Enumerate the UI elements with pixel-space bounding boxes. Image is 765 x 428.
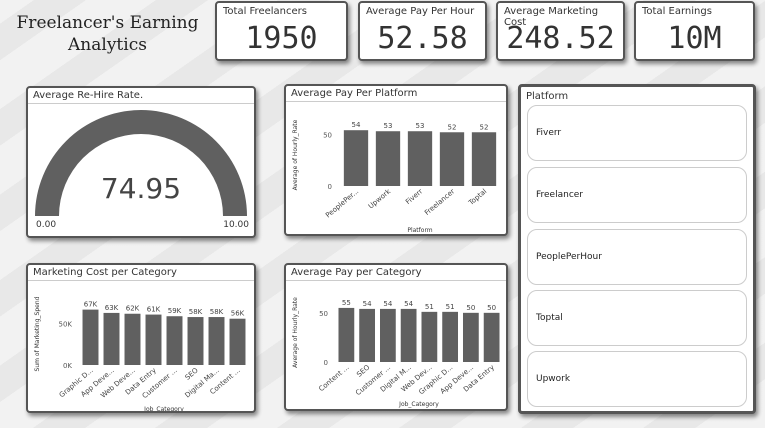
kpi-card-avg-pay-per-hour[interactable]: Average Pay Per Hour 52.58 — [358, 1, 487, 61]
bar — [229, 318, 246, 365]
category-label: Freelancer — [423, 187, 456, 217]
data-label: 56K — [231, 310, 245, 318]
slicer-item-fiverr[interactable]: Fiverr — [527, 105, 747, 161]
kpi-value: 248.52 — [506, 21, 615, 56]
data-label: 67K — [84, 301, 98, 309]
bar — [400, 308, 417, 362]
chart-card-pay-per-platform[interactable]: Average Pay Per Platform 0 50 Average of H… — [284, 84, 508, 236]
slicer-item-freelancer[interactable]: Freelancer — [527, 167, 747, 223]
data-label: 58K — [210, 308, 224, 316]
y-tick-label: 0 — [324, 359, 328, 367]
bar — [103, 312, 120, 365]
data-label: 50 — [487, 304, 496, 312]
bar — [124, 313, 141, 365]
data-label: 52 — [448, 123, 457, 131]
y-tick-label: 50 — [323, 131, 332, 139]
slicer-item-toptal[interactable]: Toptal — [527, 290, 747, 346]
bar — [379, 308, 396, 362]
bar — [359, 308, 376, 362]
slicer-item-label: Toptal — [536, 313, 563, 323]
category-label: Toptal — [466, 187, 488, 207]
gauge-min-label: 0.00 — [36, 220, 56, 230]
bar — [338, 307, 355, 362]
bar — [439, 132, 465, 186]
data-label: 55 — [342, 299, 351, 307]
bar — [187, 317, 204, 365]
kpi-label: Total Earnings — [642, 6, 712, 17]
x-axis-label: Job_Category — [143, 406, 184, 413]
category-label: Upwork — [367, 187, 393, 211]
kpi-card-total-freelancers[interactable]: Total Freelancers 1950 — [215, 1, 348, 61]
data-label: 59K — [168, 307, 182, 315]
chart-card-pay-per-category[interactable]: Average Pay per Category 0 50 Average of H… — [284, 263, 508, 411]
kpi-value: 52.58 — [377, 21, 468, 56]
gauge-value: 74.95 — [101, 172, 181, 205]
bar — [471, 132, 497, 186]
x-axis-label: Platform — [407, 227, 432, 234]
kpi-value: 1950 — [245, 21, 318, 56]
category-label: Fiverr — [404, 187, 424, 206]
bar-chart-marketing-per-category: 0K 50K Sum of Marketing_Spend Job_Category 6… — [34, 296, 246, 413]
slicer-item-peopleperhour[interactable]: PeoplePerHour — [527, 229, 747, 285]
y-tick-label: 0 — [328, 183, 332, 191]
bar — [375, 131, 401, 186]
data-label: 53 — [416, 122, 425, 130]
data-label: 51 — [446, 303, 455, 311]
kpi-card-avg-marketing-cost[interactable]: Average Marketing Cost 248.52 — [496, 1, 625, 61]
data-label: 53 — [384, 122, 393, 130]
gauge-svg: 74.95 0.00 10.00 — [35, 110, 249, 230]
slicer-item-label: PeoplePerHour — [536, 252, 602, 262]
y-tick-label: 50K — [59, 321, 73, 329]
data-label: 58K — [189, 308, 203, 316]
category-label: Content ... — [317, 363, 350, 393]
bar — [166, 316, 183, 365]
y-tick-label: 0K — [63, 362, 72, 370]
data-label: 51 — [425, 303, 434, 311]
gauge-card-rehire-rate[interactable]: Average Re-Hire Rate. 74.95 0.00 10.00 — [26, 86, 256, 238]
gauge-max-label: 10.00 — [223, 220, 249, 230]
bar-chart-pay-per-category: 0 50 Average of Hourly_Rate Job_Category 55 C… — [292, 297, 500, 408]
category-label: SEO — [184, 366, 201, 382]
slicer-item-label: Freelancer — [536, 190, 584, 200]
bar — [442, 311, 459, 362]
data-label: 62K — [126, 305, 140, 313]
kpi-card-total-earnings[interactable]: Total Earnings 10M — [634, 1, 755, 61]
data-label: 54 — [404, 300, 413, 308]
slicer-item-upwork[interactable]: Upwork — [527, 351, 747, 407]
category-label: PeoplePer... — [324, 187, 360, 219]
data-label: 50 — [466, 304, 475, 312]
data-label: 52 — [480, 123, 489, 131]
slicer-item-label: Fiverr — [536, 128, 562, 138]
data-label: 63K — [105, 304, 119, 312]
data-label: 54 — [352, 121, 361, 129]
slicer-item-label: Upwork — [536, 374, 571, 384]
y-tick-label: 50 — [319, 310, 328, 318]
data-label: 54 — [363, 300, 372, 308]
y-axis-label: Average of Hourly_Rate — [292, 119, 299, 190]
y-axis-label: Sum of Marketing_Spend — [34, 296, 41, 371]
kpi-value: 10M — [667, 21, 722, 56]
bar — [208, 317, 225, 365]
kpi-label: Total Freelancers — [223, 6, 307, 17]
dashboard-title: Freelancer's Earning Analytics — [16, 13, 199, 55]
kpi-label: Average Pay Per Hour — [366, 6, 475, 17]
bar — [407, 131, 433, 186]
bar — [82, 309, 99, 365]
chart-card-marketing-per-category[interactable]: Marketing Cost per Category 0K 50K Sum of … — [26, 263, 256, 413]
bar — [421, 311, 438, 362]
data-label: 61K — [147, 306, 161, 314]
bar — [343, 130, 369, 186]
bar — [145, 314, 162, 365]
y-axis-label: Average of Hourly_Rate — [292, 297, 299, 368]
data-label: 54 — [383, 300, 392, 308]
slicer-title: Platform — [526, 91, 569, 102]
category-label: SEO — [355, 363, 372, 379]
x-axis-label: Job_Category — [398, 401, 439, 408]
bar — [483, 312, 500, 362]
bar-chart-pay-per-platform: 0 50 Average of Hourly_Rate Platform 54 Peopl… — [292, 119, 497, 234]
platform-slicer: Platform Fiverr Freelancer PeoplePerHour… — [518, 84, 756, 414]
bar — [462, 312, 479, 362]
